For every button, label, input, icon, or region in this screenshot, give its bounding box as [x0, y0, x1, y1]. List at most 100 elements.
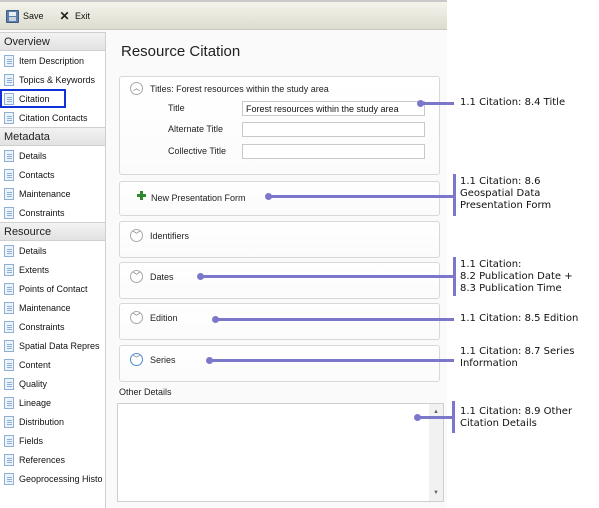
page-icon [4, 339, 14, 352]
other-details-textarea[interactable] [118, 404, 429, 501]
sidebar-section-metadata[interactable]: Metadata [0, 127, 105, 146]
chevron-down-icon[interactable]: ﹀ [130, 229, 143, 242]
chevron-down-icon[interactable]: ﹀ [130, 353, 143, 366]
titles-panel: ︿ Titles: Forest resources within the st… [119, 76, 440, 175]
close-icon: ✕ [59, 8, 70, 23]
save-icon [6, 9, 19, 23]
toolbar: Save ✕ Exit [0, 2, 447, 30]
page-icon [4, 396, 14, 409]
sidebar-item-references[interactable]: References [0, 450, 105, 469]
sidebar-item-citation[interactable]: Citation [0, 89, 66, 108]
callout-line [417, 416, 454, 419]
sidebar-item-fields[interactable]: Fields [0, 431, 105, 450]
page-icon [4, 434, 14, 447]
sidebar-item-resource-maintenance[interactable]: Maintenance [0, 298, 105, 317]
sidebar-item-label: Content [19, 359, 51, 370]
page-icon [4, 282, 14, 295]
page-icon [4, 244, 14, 257]
series-label[interactable]: Series [150, 355, 176, 365]
sidebar-item-label: Quality [19, 378, 48, 389]
titles-panel-header: Titles: Forest resources within the stud… [150, 84, 329, 94]
page-icon [4, 187, 14, 200]
sidebar-item-label: Constraints [19, 321, 65, 332]
page-icon [4, 111, 14, 124]
dates-label[interactable]: Dates [150, 272, 174, 282]
scroll-down-icon[interactable]: ▼ [429, 487, 443, 499]
alternate-title-input[interactable] [242, 122, 425, 137]
sidebar-item-extents[interactable]: Extents [0, 260, 105, 279]
page-icon [4, 92, 14, 105]
sidebar-item-label: Details [19, 150, 47, 161]
sidebar-section-overview[interactable]: Overview [0, 32, 105, 51]
page-icon [4, 358, 14, 371]
callout-text: 1.1 Citation: 8.4 Title [460, 97, 566, 108]
sidebar-item-resource-details[interactable]: Details [0, 241, 105, 260]
sidebar-item-metadata-maintenance[interactable]: Maintenance [0, 184, 105, 203]
exit-button[interactable]: ✕ Exit [58, 8, 90, 24]
callout-bracket [452, 401, 455, 433]
sidebar-item-content[interactable]: Content [0, 355, 105, 374]
sidebar-item-label: Citation [19, 93, 50, 104]
identifiers-label[interactable]: Identifiers [150, 231, 189, 241]
sidebar-item-label: Geoprocessing Histo [19, 473, 103, 484]
sidebar-item-distribution[interactable]: Distribution [0, 412, 105, 431]
chevron-down-icon[interactable]: ﹀ [130, 311, 143, 324]
callout-text: 1.1 Citation: 8.6 Geospatial Data Presen… [460, 176, 552, 211]
page-icon [4, 73, 14, 86]
new-presentation-form-panel: New Presentation Form [119, 181, 440, 216]
new-presentation-form-button[interactable]: New Presentation Form [120, 182, 260, 215]
page-icon [4, 206, 14, 219]
sidebar-item-metadata-details[interactable]: Details [0, 146, 105, 165]
sidebar-item-resource-constraints[interactable]: Constraints [0, 317, 105, 336]
collective-title-input[interactable] [242, 144, 425, 159]
sidebar-item-quality[interactable]: Quality [0, 374, 105, 393]
sidebar-item-label: Item Description [19, 55, 85, 66]
callout-line [268, 195, 454, 198]
sidebar: Overview Item Description Topics & Keywo… [0, 32, 106, 508]
sidebar-item-topics-keywords[interactable]: Topics & Keywords [0, 70, 105, 89]
callout-line [200, 275, 454, 278]
callout-text: 1.1 Citation: 8.2 Publication Date + 8.3… [460, 259, 573, 294]
sidebar-item-metadata-constraints[interactable]: Constraints [0, 203, 105, 222]
collective-title-label: Collective Title [168, 146, 227, 156]
sidebar-item-citation-contacts[interactable]: Citation Contacts [0, 108, 105, 127]
save-label: Save [23, 11, 44, 21]
page-icon [4, 168, 14, 181]
page-icon [4, 320, 14, 333]
callout-text: 1.1 Citation: 8.5 Edition [460, 313, 579, 324]
sidebar-item-label: Constraints [19, 207, 65, 218]
main-content: Resource Citation ︿ Titles: Forest resou… [107, 32, 447, 508]
sidebar-item-label: Extents [19, 264, 50, 275]
series-panel: ﹀ Series [119, 345, 440, 382]
page-icon [4, 301, 14, 314]
chevron-down-icon[interactable]: ﹀ [130, 270, 143, 283]
callout-bracket [453, 174, 456, 216]
sidebar-item-label: Maintenance [19, 302, 71, 313]
save-button[interactable]: Save [6, 8, 44, 24]
page-icon [4, 377, 14, 390]
sidebar-item-label: Contacts [19, 169, 55, 180]
edition-label[interactable]: Edition [150, 313, 178, 323]
sidebar-item-points-of-contact[interactable]: Points of Contact [0, 279, 105, 298]
sidebar-section-resource[interactable]: Resource [0, 222, 105, 241]
title-label: Title [168, 103, 185, 113]
page-icon [4, 54, 14, 67]
sidebar-item-label: Citation Contacts [19, 112, 88, 123]
sidebar-item-label: Distribution [19, 416, 65, 427]
sidebar-item-item-description[interactable]: Item Description [0, 51, 105, 70]
sidebar-item-label: Spatial Data Repres [19, 340, 100, 351]
sidebar-item-metadata-contacts[interactable]: Contacts [0, 165, 105, 184]
sidebar-item-geoprocessing-history[interactable]: Geoprocessing Histo [0, 469, 105, 488]
identifiers-panel: ﹀ Identifiers [119, 221, 440, 258]
dates-panel: ﹀ Dates [119, 262, 440, 299]
page-icon [4, 149, 14, 162]
sidebar-item-lineage[interactable]: Lineage [0, 393, 105, 412]
sidebar-item-label: Details [19, 245, 47, 256]
callout-line [209, 359, 454, 362]
title-input[interactable] [242, 101, 425, 116]
chevron-up-icon[interactable]: ︿ [130, 82, 143, 95]
sidebar-item-spatial-data-representation[interactable]: Spatial Data Repres [0, 336, 105, 355]
add-icon [137, 191, 146, 200]
sidebar-item-label: Topics & Keywords [19, 74, 96, 85]
callout-line [420, 102, 454, 105]
